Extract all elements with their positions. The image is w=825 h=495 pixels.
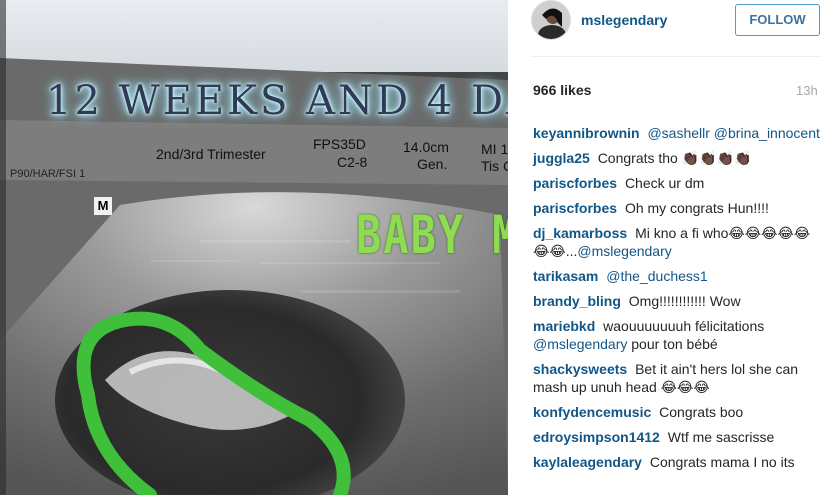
- comment-mention[interactable]: @the_duchess1: [606, 268, 707, 284]
- comment-username[interactable]: pariscforbes: [533, 200, 617, 216]
- list-item: mariebkd waouuuuuuuh félicitations @msle…: [533, 317, 823, 353]
- comment-username[interactable]: shackysweets: [533, 361, 627, 377]
- list-item: keyannibrownin @sashellr @brina_innocent: [533, 124, 823, 142]
- comment-mention[interactable]: @sashellr @brina_innocent: [647, 125, 819, 141]
- comment-mention[interactable]: @mslegendary: [577, 243, 671, 259]
- comment-username[interactable]: juggla25: [533, 150, 590, 166]
- list-item: edroysimpson1412 Wtf me sascrisse: [533, 428, 823, 446]
- list-item: dj_kamarboss Mi kno a fi who😂😂😂😂😂😂😂...@m…: [533, 224, 823, 260]
- comment-text: Congrats tho 👏🏿👏🏿👏🏿👏🏿: [597, 150, 752, 166]
- avatar[interactable]: [531, 0, 571, 40]
- comment-mention[interactable]: @mslegendary: [533, 336, 627, 352]
- comment-username[interactable]: pariscforbes: [533, 175, 617, 191]
- post-side-panel: mslegendary FOLLOW 966 likes 13h keyanni…: [508, 0, 825, 495]
- username-link[interactable]: mslegendary: [581, 12, 667, 28]
- comment-username[interactable]: edroysimpson1412: [533, 429, 660, 445]
- list-item: pariscforbes Check ur dm: [533, 174, 823, 192]
- comment-text: waouuuuuuuh félicitations: [603, 318, 765, 334]
- list-item: tarikasam @the_duchess1: [533, 267, 823, 285]
- orientation-marker: M: [94, 197, 112, 215]
- avatar-photo-icon: [532, 1, 570, 39]
- comment-text: Congrats mama I no its: [649, 454, 795, 470]
- mode-label: Gen.: [417, 156, 448, 172]
- fps-label: FPS35D: [313, 136, 366, 152]
- comment-text: Oh my congrats Hun!!!!: [624, 200, 769, 216]
- list-item: kaylaleagendary Congrats mama I no its: [533, 453, 823, 471]
- header-divider: [531, 56, 821, 57]
- list-item: juggla25 Congrats tho 👏🏿👏🏿👏🏿👏🏿: [533, 149, 823, 167]
- comment-text: Check ur dm: [624, 175, 705, 191]
- mi-label: MI 1: [481, 141, 508, 157]
- list-item: shackysweets Bet it ain't hers lol she c…: [533, 360, 823, 396]
- list-item: brandy_bling Omg!!!!!!!!!!!! Wow: [533, 292, 823, 310]
- comment-username[interactable]: konfydencemusic: [533, 404, 651, 420]
- comments-list: keyannibrownin @sashellr @brina_innocent…: [533, 124, 823, 478]
- follow-button[interactable]: FOLLOW: [735, 4, 820, 36]
- comment-username[interactable]: brandy_bling: [533, 293, 621, 309]
- post-header: mslegendary FOLLOW: [508, 0, 825, 64]
- weeks-overlay-text: 12 WEEKS AND 4 DAYS: [46, 78, 508, 124]
- tis-label: Tis C: [481, 158, 508, 174]
- likes-count[interactable]: 966 likes: [533, 82, 591, 98]
- comment-text-after: pour ton bébé: [631, 336, 718, 352]
- depth-label: 14.0cm: [403, 139, 449, 155]
- comment-username[interactable]: tarikasam: [533, 268, 598, 284]
- list-item: pariscforbes Oh my congrats Hun!!!!: [533, 199, 823, 217]
- comment-username[interactable]: kaylaleagendary: [533, 454, 642, 470]
- comment-text: Omg!!!!!!!!!!!! Wow: [628, 293, 741, 309]
- post-photo[interactable]: 12 WEEKS AND 4 DAYS 2nd/3rd Trimester FP…: [0, 0, 508, 495]
- comment-username[interactable]: keyannibrownin: [533, 125, 640, 141]
- comment-username[interactable]: dj_kamarboss: [533, 225, 627, 241]
- baby-overlay-text: BABY M: [356, 204, 508, 266]
- preset-label: P90/HAR/FSI 1: [10, 168, 86, 180]
- post-stats: 966 likes 13h: [508, 80, 825, 100]
- trimester-label: 2nd/3rd Trimester: [156, 146, 266, 162]
- probe-label: C2-8: [337, 154, 368, 170]
- comment-text: Wtf me sascrisse: [667, 429, 775, 445]
- list-item: konfydencemusic Congrats boo: [533, 403, 823, 421]
- comment-text: Congrats boo: [659, 404, 744, 420]
- comment-username[interactable]: mariebkd: [533, 318, 595, 334]
- post-time[interactable]: 13h: [796, 83, 818, 98]
